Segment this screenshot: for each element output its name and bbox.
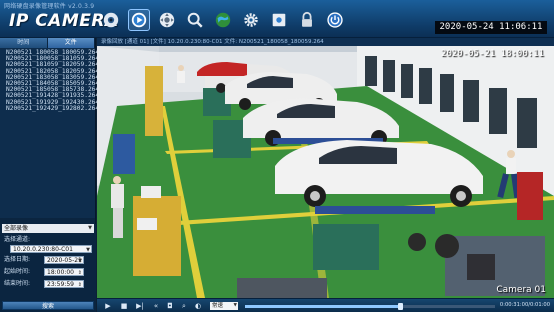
start-time-field[interactable]: 18:00:00 ⇕ [44,268,84,276]
zoom-button[interactable]: ⌕ [179,301,189,311]
stop-button[interactable]: ■ [119,301,129,311]
system-clock: 2020-05-24 11:06:11 [435,21,547,34]
top-bar: 网络硬盘录像管理软件 v2.0.3.9 IP CAMERA 2020-05-24… [0,0,554,38]
lock-icon [302,11,312,27]
ptz-button[interactable] [156,9,178,31]
video-header: 录像回放 [通道 01] [文件] 10.20.0.230:80-C01 文件:… [97,38,554,46]
network-globe-icon [215,12,231,28]
device-row: 选择通道: [0,235,96,245]
start-time-row: 起始时间: 18:00:00 ⇕ [0,267,96,277]
speed-value: 常速 [212,303,224,309]
playback-button[interactable] [128,9,150,31]
end-time-field[interactable]: 23:59:59 ⇕ [44,280,84,288]
spinner-icon: ⇕ [77,270,82,276]
volume-button[interactable]: ◐ [193,301,203,311]
progress-time: 0:00:31:00/0:01:00 [499,302,550,308]
chevron-down-icon: ▼ [88,225,92,231]
play-icon: ▶ [105,302,111,310]
chevron-down-icon: ▼ [78,258,82,264]
main-toolbar [100,9,346,33]
lock-button[interactable] [296,9,318,31]
sidebar-tabs: 时间 文件 [0,38,95,48]
workshop-scene-image [97,46,554,298]
record-type-value: 全部录像 [4,225,29,232]
slow-icon: « [153,302,159,310]
ptz-control-icon [159,12,175,28]
date-value: 2020-05-21 [47,257,82,264]
chevron-down-icon: ▼ [86,247,90,253]
power-icon [327,12,343,28]
video-panel: 录像回放 [通道 01] [文件] 10.20.0.230:80-C01 文件:… [97,38,554,312]
playback-controls: ▶ ■ ▶| « ◘ ⌕ ◐ 常速 ▼ 0:00:31:00/0:01:00 [97,298,554,312]
start-time-label: 起始时间: [4,268,31,275]
device-select[interactable]: 10.20.0.230:80-C01 ▼ [10,245,92,253]
end-time-label: 结束时间: [4,280,31,287]
progress-handle[interactable] [398,303,403,310]
device-icon [272,13,286,27]
search-button[interactable] [184,9,206,31]
query-form: 全部录像 ▼ 选择通道: 10.20.0.230:80-C01 ▼ 选择日期: … [0,224,96,312]
device-label: 选择通道: [4,236,31,243]
settings-button[interactable] [240,9,262,31]
power-button[interactable] [324,9,346,31]
stop-icon: ■ [120,302,128,310]
search-icon [187,12,203,28]
slow-button[interactable]: « [151,301,161,311]
tab-time[interactable]: 时间 [0,38,48,48]
file-list: N200521_180058_180059.264 N200521_180058… [0,48,99,218]
chevron-down-icon: ▼ [233,303,237,308]
snapshot-button[interactable]: ◘ [165,301,175,311]
app-caption: 网络硬盘录像管理软件 v2.0.3.9 [4,3,95,10]
play-button[interactable]: ▶ [103,301,113,311]
end-time-value: 23:59:59 [47,281,74,288]
date-field[interactable]: 2020-05-21 ▼ [44,256,84,264]
speaker-icon: ◐ [194,302,202,310]
date-label: 选择日期: [4,256,31,263]
step-forward-button[interactable]: ▶| [135,301,145,311]
network-button[interactable] [212,9,234,31]
gear-icon [244,13,258,27]
globe-camera-icon [103,12,119,28]
sidebar: 时间 文件 N200521_180058_180059.264 N200521_… [0,38,99,312]
tab-file[interactable]: 文件 [47,38,95,48]
playback-icon [131,12,147,28]
search-button-bottom[interactable]: 搜索 [2,301,94,310]
progress-fill [245,305,400,308]
progress-track[interactable] [245,303,495,310]
video-frame[interactable]: 2020-05-21 18:00:11 Camera 01 [97,46,554,298]
start-time-value: 18:00:00 [47,269,74,276]
device-value: 10.20.0.230:80-C01 [13,246,73,253]
list-item[interactable]: N200521_192429_192802.264 [6,105,99,112]
step-forward-icon: ▶| [136,302,144,310]
end-time-row: 结束时间: 23:59:59 ⇕ [0,279,96,289]
live-view-button[interactable] [100,9,122,31]
date-row: 选择日期: 2020-05-21 ▼ [0,255,96,265]
device-manage-button[interactable] [268,9,290,31]
camera-icon: ◘ [167,302,173,310]
osd-timestamp: 2020-05-21 18:00:11 [441,49,544,59]
speed-select[interactable]: 常速 ▼ [210,302,238,310]
osd-camera-label: Camera 01 [496,285,546,295]
record-type-select[interactable]: 全部录像 ▼ [2,224,94,233]
search-icon: ⌕ [182,302,186,310]
spinner-icon: ⇕ [77,282,82,288]
